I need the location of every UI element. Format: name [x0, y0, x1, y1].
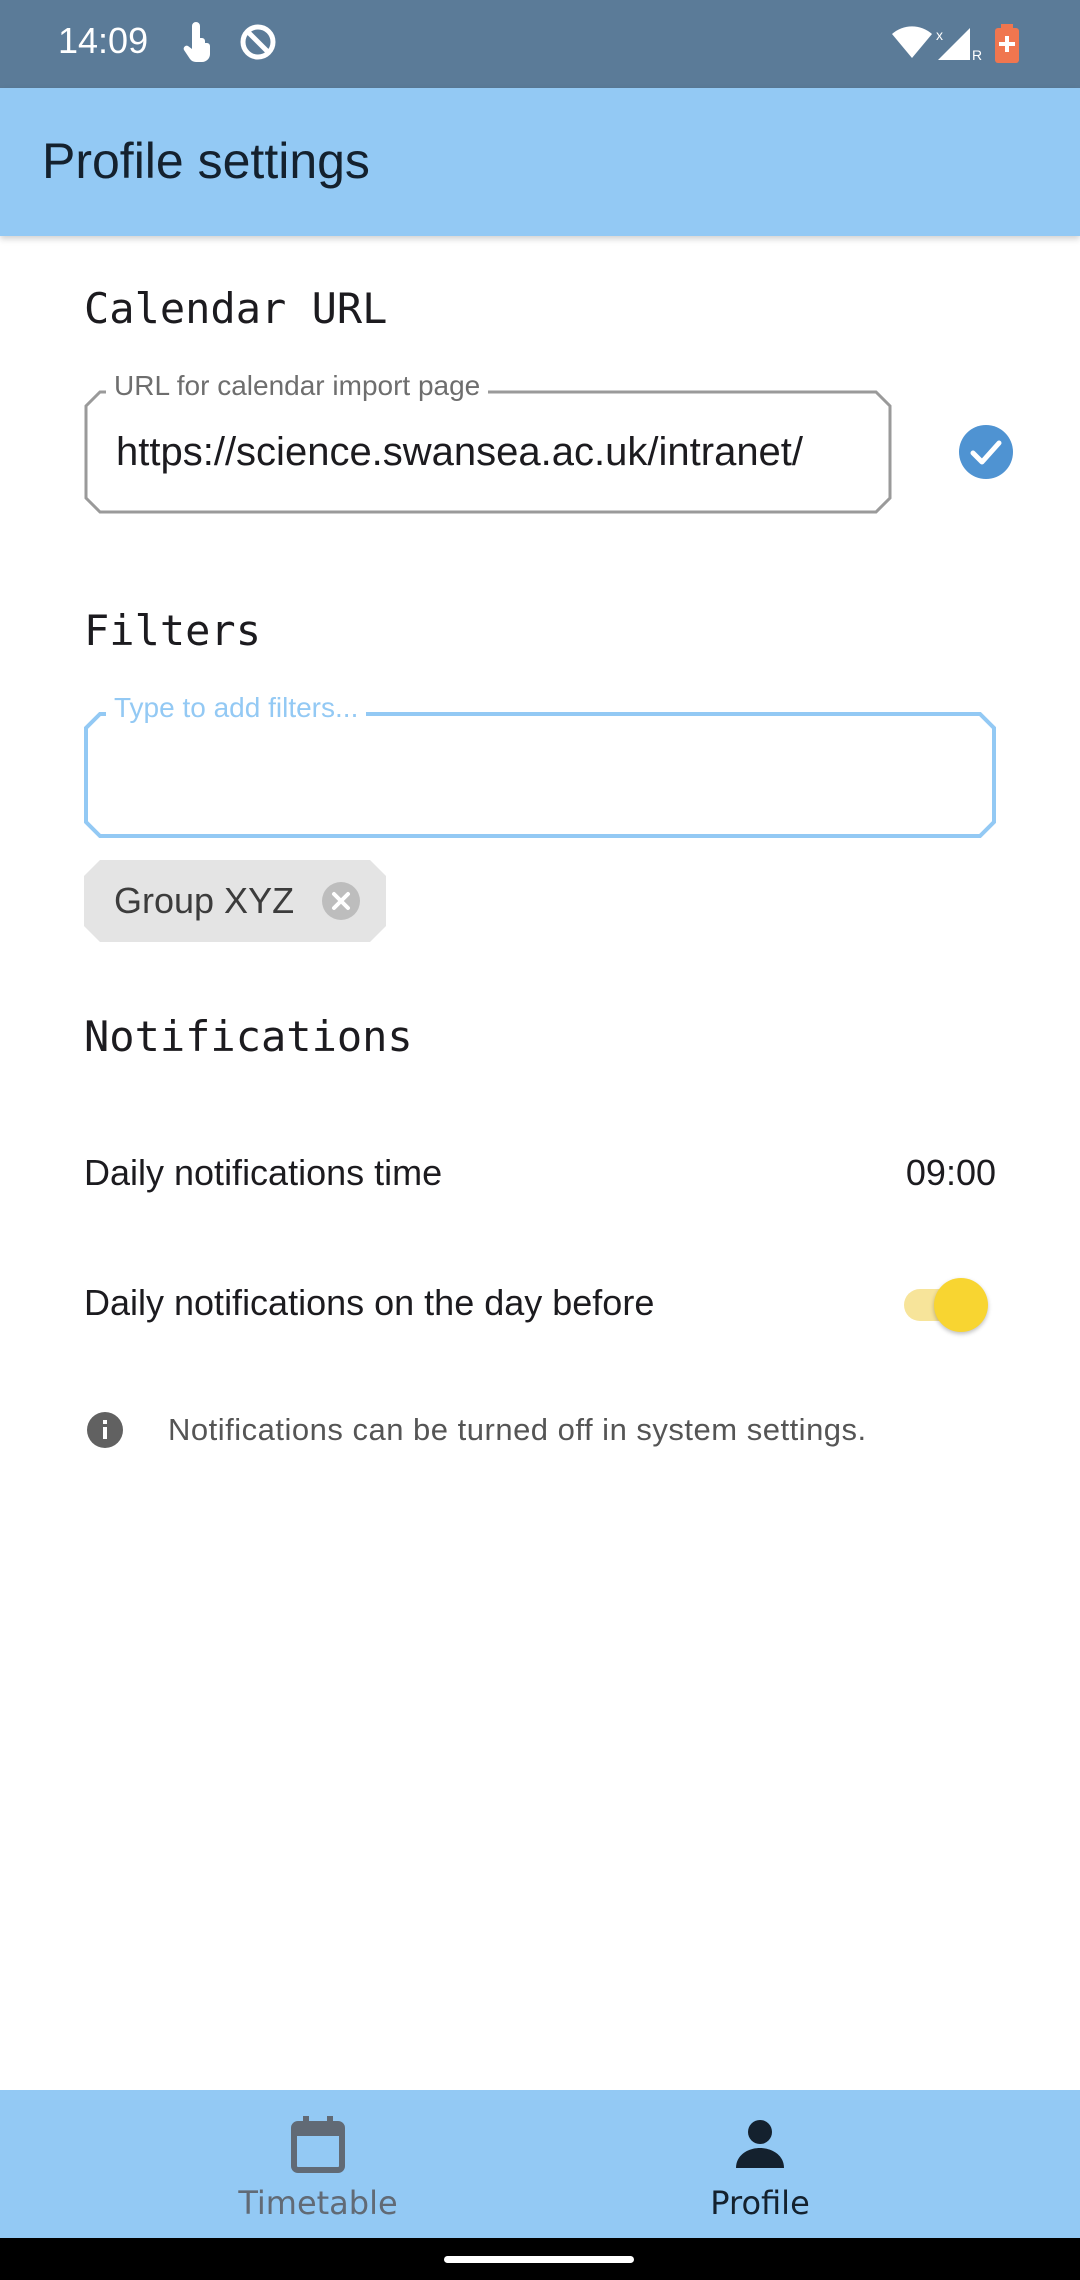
- info-icon: [86, 1411, 124, 1449]
- svg-text:R: R: [972, 47, 982, 62]
- sync-disabled-icon: [238, 22, 278, 67]
- touch-icon: [180, 22, 216, 67]
- wifi-icon: [892, 26, 932, 65]
- battery-icon: [994, 24, 1020, 69]
- nav-item-profile[interactable]: Profile: [610, 2090, 910, 2238]
- svg-text:x: x: [936, 27, 943, 43]
- filter-chip: Group XYZ: [84, 860, 386, 942]
- calendar-url-label: URL for calendar import page: [106, 370, 489, 402]
- person-icon: [728, 2112, 792, 2176]
- day-before-toggle[interactable]: [904, 1278, 988, 1332]
- notifications-time-value: 09:00: [905, 1152, 996, 1193]
- notifications-time-row[interactable]: Daily notifications time 09:00: [0, 1140, 1080, 1210]
- calendar-url-field[interactable]: URL for calendar import page https://sci…: [84, 370, 892, 514]
- check-circle-icon[interactable]: [958, 424, 1014, 480]
- notifications-heading: Notifications: [84, 1012, 413, 1061]
- notifications-info-text: Notifications can be turned off in syste…: [168, 1412, 867, 1447]
- calendar-url-heading: Calendar URL: [84, 284, 388, 333]
- filters-heading: Filters: [84, 606, 262, 655]
- filter-chip-label: Group XYZ: [114, 880, 295, 921]
- gesture-handle[interactable]: [444, 2256, 634, 2263]
- system-navigation-bar: [0, 2238, 1080, 2280]
- signal-icon: Rx: [936, 26, 984, 67]
- app-bar: Profile settings: [0, 88, 1080, 236]
- status-bar: 14:09 Rx: [0, 0, 1080, 88]
- nav-item-timetable[interactable]: Timetable: [168, 2090, 468, 2238]
- calendar-url-value: https://science.swansea.ac.uk/intranet/: [116, 430, 804, 474]
- nav-label-timetable: Timetable: [238, 2184, 398, 2222]
- bottom-navigation: Timetable Profile: [0, 2090, 1080, 2238]
- nav-label-profile: Profile: [710, 2184, 810, 2222]
- page-title: Profile settings: [42, 133, 370, 189]
- notifications-day-before-label: Daily notifications on the day before: [84, 1282, 655, 1323]
- toggle-thumb: [934, 1278, 988, 1332]
- calendar-icon: [286, 2112, 350, 2176]
- remove-chip-icon[interactable]: [320, 880, 362, 922]
- notifications-time-label: Daily notifications time: [84, 1152, 443, 1193]
- status-time: 14:09: [58, 20, 149, 61]
- filters-placeholder: Type to add filters...: [106, 692, 367, 724]
- filters-input[interactable]: Type to add filters...: [84, 692, 996, 838]
